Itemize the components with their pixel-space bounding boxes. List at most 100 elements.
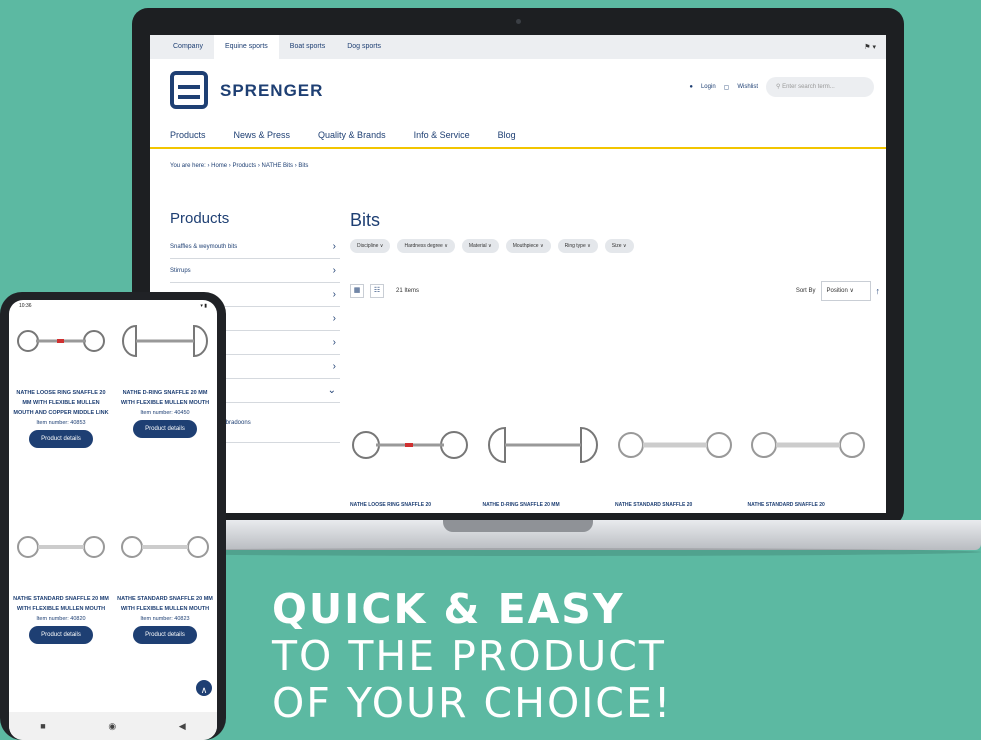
login-link[interactable]: Login xyxy=(701,84,716,90)
tab-boat-sports[interactable]: Boat sports xyxy=(279,35,336,59)
laptop-screen: Company Equine sports Boat sports Dog sp… xyxy=(150,35,886,513)
product-grid: NATHE LOOSE RING SNAFFLE 20 NATHE D-RING… xyxy=(350,420,880,508)
sidebar-item-label: Stirrups xyxy=(170,267,191,274)
header-tools: ● Login ▢ Wishlist ⚲ Enter search term..… xyxy=(689,77,874,97)
phone-product-card[interactable]: NATHE STANDARD SNAFFLE 20 MM WITH FLEXIB… xyxy=(9,520,113,726)
product-card[interactable]: NATHE LOOSE RING SNAFFLE 20 xyxy=(350,420,483,508)
standard-snaffle-image[interactable] xyxy=(9,526,113,568)
recents-icon[interactable]: ■ xyxy=(40,721,45,731)
list-view-icon[interactable]: ☷ xyxy=(370,284,384,298)
item-number: Item number: 40853 xyxy=(36,420,86,426)
product-card[interactable]: NATHE STANDARD SNAFFLE 20 xyxy=(748,420,881,508)
product-details-button[interactable]: Product details xyxy=(133,626,197,644)
tab-equine-sports[interactable]: Equine sports xyxy=(213,35,279,59)
headline-line-3: OF YOUR CHOICE! xyxy=(272,679,673,727)
nav-products[interactable]: Products xyxy=(170,130,206,140)
scroll-to-top-button[interactable]: ∧ xyxy=(194,678,214,698)
nav-blog[interactable]: Blog xyxy=(498,130,516,140)
tab-dog-sports[interactable]: Dog sports xyxy=(336,35,392,59)
product-name[interactable]: NATHE STANDARD SNAFFLE 20 xyxy=(748,502,881,508)
filter-mouthpiece[interactable]: Mouthpiece ∨ xyxy=(505,239,551,253)
filter-discipline[interactable]: Discipline ∨ xyxy=(350,239,391,253)
items-count: 21 Items xyxy=(396,288,420,294)
search-input[interactable]: ⚲ Enter search term... xyxy=(766,77,874,97)
d-ring-bit-image[interactable] xyxy=(113,320,217,362)
headline-line-1: QUICK & EASY xyxy=(272,585,625,633)
laptop-camera xyxy=(516,19,521,24)
laptop-notch xyxy=(443,520,593,532)
page-title: Bits xyxy=(350,210,381,230)
home-icon[interactable]: ◉ xyxy=(108,721,116,732)
listing-toolbar: ▦ ☷ 21 Items Sort By Position ∨ ↑ xyxy=(350,281,880,301)
filter-ring-type[interactable]: Ring type ∨ xyxy=(557,239,598,253)
product-name[interactable]: NATHE LOOSE RING SNAFFLE 20 xyxy=(350,502,483,508)
chevron-right-icon: › xyxy=(332,337,336,348)
phone-product-grid: NATHE LOOSE RING SNAFFLE 20 MM WITH FLEX… xyxy=(9,314,217,726)
headline: QUICK & EASY TO THE PRODUCT OF YOUR CHOI… xyxy=(272,586,672,727)
filter-size[interactable]: Size ∨ xyxy=(604,239,634,253)
phone-product-card[interactable]: NATHE LOOSE RING SNAFFLE 20 MM WITH FLEX… xyxy=(9,314,113,520)
loose-ring-bit-image[interactable] xyxy=(350,420,483,470)
user-icon: ● xyxy=(689,84,693,90)
chevron-right-icon: › xyxy=(332,289,336,300)
grid-view-icon[interactable]: ▦ xyxy=(350,284,364,298)
product-name[interactable]: NATHE D-RING SNAFFLE 20 MM xyxy=(483,502,616,508)
sort-label: Sort By xyxy=(795,288,816,294)
product-card[interactable]: NATHE D-RING SNAFFLE 20 MM xyxy=(483,420,616,508)
status-icons: ▾ ▮ xyxy=(200,303,207,309)
sort-select[interactable]: Position ∨ xyxy=(820,281,871,301)
status-bar: 10:36 ▾ ▮ xyxy=(9,300,217,314)
product-details-button[interactable]: Product details xyxy=(29,430,93,448)
chevron-right-icon: › xyxy=(332,313,336,324)
filter-hardness[interactable]: Hardness degree ∨ xyxy=(397,239,455,253)
item-number: Item number: 40820 xyxy=(36,616,86,622)
wishlist-icon: ▢ xyxy=(723,84,730,91)
filter-bar: Discipline ∨ Hardness degree ∨ Material … xyxy=(350,239,880,253)
nav-news-press[interactable]: News & Press xyxy=(234,130,291,140)
android-navbar: ■ ◉ ◀ xyxy=(9,712,217,740)
wishlist-link[interactable]: Wishlist xyxy=(737,84,758,90)
item-number: Item number: 40450 xyxy=(140,410,190,416)
top-navigation: Company Equine sports Boat sports Dog sp… xyxy=(150,35,886,59)
product-name[interactable]: NATHE STANDARD SNAFFLE 20 xyxy=(615,502,748,508)
nav-quality-brands[interactable]: Quality & Brands xyxy=(318,130,386,140)
sidebar-item-stirrups[interactable]: Stirrups › xyxy=(170,259,340,283)
site-header: SPRENGER ● Login ▢ Wishlist ⚲ Enter sear… xyxy=(150,59,886,123)
sort-control: Sort By Position ∨ ↑ xyxy=(796,281,880,301)
product-name[interactable]: NATHE D-RING SNAFFLE 20 MM WITH FLEXIBLE… xyxy=(117,388,213,408)
product-card[interactable]: NATHE STANDARD SNAFFLE 20 xyxy=(615,420,748,508)
sidebar-item-snaffles[interactable]: Snaffles & weymouth bits › xyxy=(170,235,340,259)
sidebar-item-label: Snaffles & weymouth bits xyxy=(170,243,238,250)
main-navigation: Products News & Press Quality & Brands I… xyxy=(150,123,886,149)
product-name[interactable]: NATHE STANDARD SNAFFLE 20 MM WITH FLEXIB… xyxy=(117,594,213,614)
standard-snaffle-image[interactable] xyxy=(113,526,217,568)
breadcrumb[interactable]: You are here: › Home › Products › NATHE … xyxy=(150,149,886,183)
language-selector[interactable]: ⚑ ▾ xyxy=(864,43,876,51)
loose-ring-bit-image[interactable] xyxy=(9,320,113,362)
nav-info-service[interactable]: Info & Service xyxy=(414,130,470,140)
status-time: 10:36 xyxy=(19,303,32,309)
standard-snaffle-image[interactable] xyxy=(748,420,881,470)
phone-product-card[interactable]: NATHE D-RING SNAFFLE 20 MM WITH FLEXIBLE… xyxy=(113,314,217,520)
headline-line-2: TO THE PRODUCT xyxy=(272,632,666,680)
product-details-button[interactable]: Product details xyxy=(133,420,197,438)
chevron-right-icon: › xyxy=(332,265,336,276)
product-listing: Bits Discipline ∨ Hardness degree ∨ Mate… xyxy=(350,210,880,508)
search-placeholder: Enter search term... xyxy=(782,84,835,90)
d-ring-bit-image[interactable] xyxy=(483,420,616,470)
filter-material[interactable]: Material ∨ xyxy=(461,239,499,253)
sort-direction-icon[interactable]: ↑ xyxy=(876,286,881,296)
brand-name[interactable]: SPRENGER xyxy=(220,81,323,101)
item-number: Item number: 40823 xyxy=(140,616,190,622)
standard-snaffle-image[interactable] xyxy=(615,420,748,470)
tab-company[interactable]: Company xyxy=(162,35,214,59)
sprenger-logo-icon[interactable] xyxy=(170,71,208,109)
chevron-right-icon: › xyxy=(332,241,336,252)
back-icon[interactable]: ◀ xyxy=(179,721,186,732)
search-icon: ⚲ xyxy=(776,84,781,90)
chevron-down-icon: ⌄ xyxy=(327,385,336,396)
product-name[interactable]: NATHE STANDARD SNAFFLE 20 MM WITH FLEXIB… xyxy=(13,594,109,614)
product-details-button[interactable]: Product details xyxy=(29,626,93,644)
chevron-right-icon: › xyxy=(332,361,336,372)
product-name[interactable]: NATHE LOOSE RING SNAFFLE 20 MM WITH FLEX… xyxy=(13,388,109,418)
